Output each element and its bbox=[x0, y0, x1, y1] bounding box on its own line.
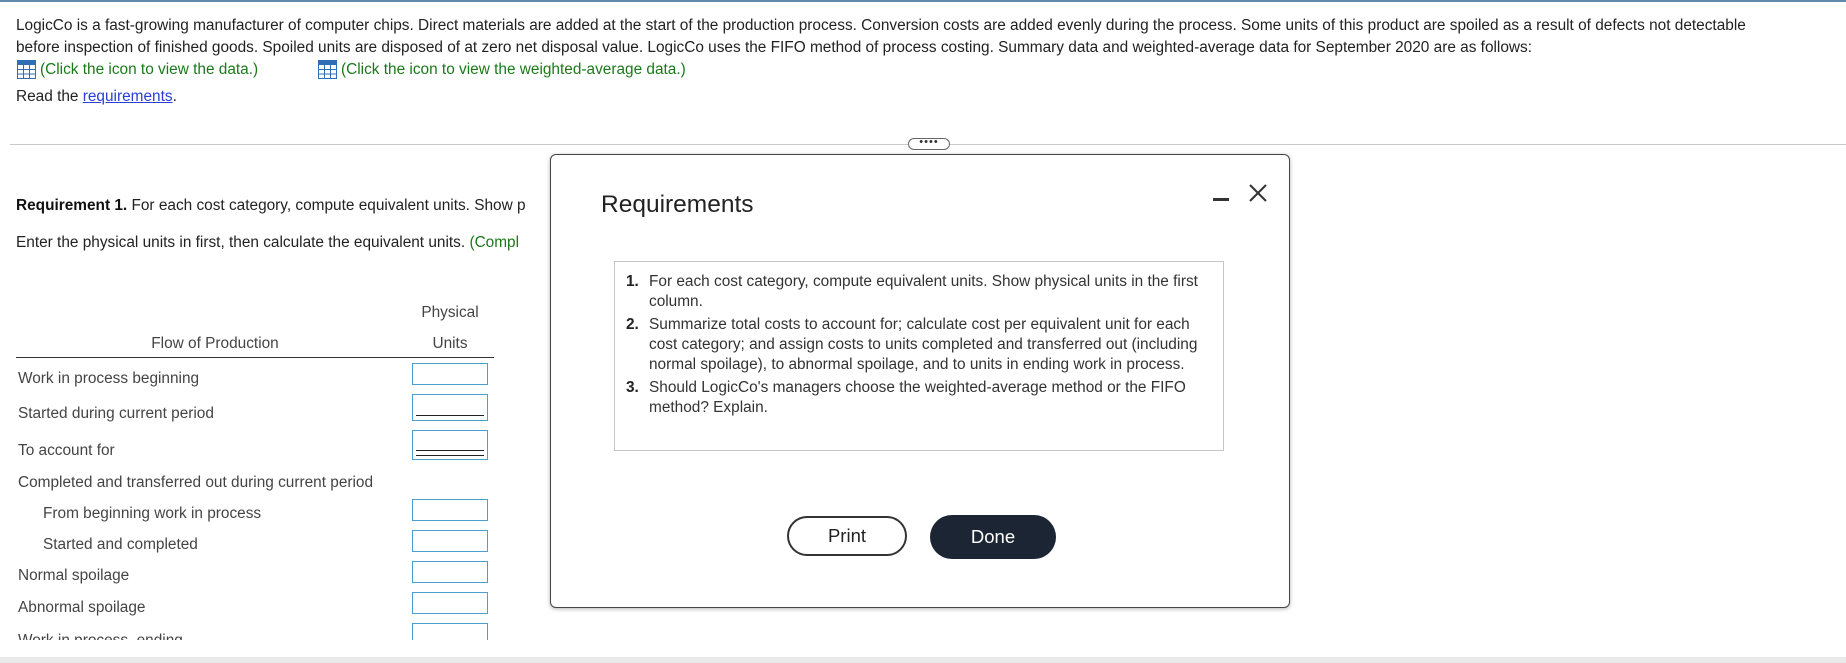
minimize-icon[interactable] bbox=[1213, 187, 1229, 207]
expand-handle[interactable]: •••• bbox=[908, 137, 950, 150]
requirement-number: 2. bbox=[626, 316, 639, 333]
close-icon[interactable] bbox=[1247, 178, 1269, 208]
requirement-number: 3. bbox=[626, 379, 639, 396]
worksheet-area: Requirement 1. For each cost category, c… bbox=[0, 0, 550, 640]
column-header-units: Units bbox=[432, 335, 468, 352]
row-to-account-for: To account for bbox=[18, 442, 115, 459]
requirement-1-prompt: Requirement 1. For each cost category, c… bbox=[16, 197, 526, 215]
requirement-text: For each cost category, compute equivale… bbox=[649, 273, 1198, 310]
instructions: Enter the physical units in first, then … bbox=[16, 234, 519, 252]
normal-spoilage-input[interactable] bbox=[412, 561, 488, 583]
requirement-1-label: Requirement 1. bbox=[16, 197, 128, 214]
started-completed-input[interactable] bbox=[412, 530, 488, 552]
print-button[interactable]: Print bbox=[787, 516, 907, 556]
requirement-item: 2. Summarize total costs to account for; … bbox=[615, 315, 1215, 375]
row-from-beginning-wip: From beginning work in process bbox=[43, 505, 262, 522]
row-started: Started during current period bbox=[18, 405, 214, 422]
row-normal-spoilage: Normal spoilage bbox=[18, 567, 130, 584]
abnormal-spoilage-input[interactable] bbox=[412, 592, 488, 614]
requirement-text: Summarize total costs to account for; ca… bbox=[649, 316, 1198, 373]
done-button[interactable]: Done bbox=[930, 515, 1056, 559]
requirement-item: 3. Should LogicCo's managers choose the w… bbox=[615, 378, 1215, 418]
wip-ending-input[interactable] bbox=[412, 623, 488, 640]
from-beginning-wip-input[interactable] bbox=[412, 499, 488, 521]
requirement-number: 1. bbox=[626, 273, 639, 290]
row-abnormal-spoilage: Abnormal spoilage bbox=[18, 599, 146, 616]
header-rule bbox=[16, 357, 494, 358]
wip-beginning-input[interactable] bbox=[412, 363, 488, 385]
row-wip-beginning: Work in process beginning bbox=[18, 370, 200, 387]
instructions-text: Enter the physical units in first, then … bbox=[16, 234, 470, 251]
requirement-item: 1. For each cost category, compute equiva… bbox=[615, 272, 1215, 312]
minimize-bar bbox=[1213, 198, 1229, 201]
dialog-title: Requirements bbox=[601, 191, 754, 218]
row-wip-ending: Work in process, ending bbox=[18, 632, 183, 640]
bottom-scroll-track[interactable] bbox=[0, 657, 1846, 663]
column-header-physical: Physical bbox=[421, 304, 479, 321]
requirement-text: Should LogicCo's managers choose the wei… bbox=[649, 379, 1186, 416]
requirements-list: 1. For each cost category, compute equiva… bbox=[615, 272, 1215, 421]
requirements-dialog: Requirements 1. For each cost category, c… bbox=[550, 154, 1290, 608]
column-header-flow: Flow of Production bbox=[151, 335, 279, 352]
to-account-for-input[interactable] bbox=[412, 430, 488, 460]
instructions-green: (Compl bbox=[469, 234, 520, 251]
requirements-box: 1. For each cost category, compute equiva… bbox=[614, 261, 1224, 451]
started-input[interactable] bbox=[412, 394, 488, 421]
row-completed-transferred: Completed and transferred out during cur… bbox=[18, 474, 374, 491]
row-started-completed: Started and completed bbox=[43, 536, 198, 553]
requirement-1-text: For each cost category, compute equivale… bbox=[127, 197, 526, 214]
